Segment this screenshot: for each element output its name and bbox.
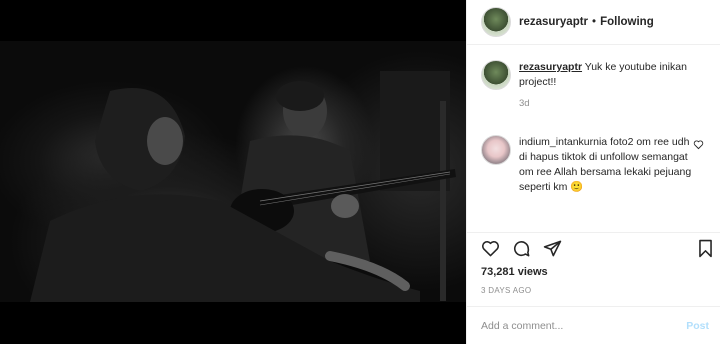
video-player[interactable]	[0, 41, 466, 302]
add-comment-bar: Post	[467, 306, 720, 344]
comment-input[interactable]	[481, 319, 687, 332]
like-button[interactable]	[481, 239, 500, 258]
heart-icon	[693, 140, 704, 150]
post-button[interactable]: Post	[686, 320, 709, 332]
caption-username[interactable]: rezasuryaptr	[519, 61, 582, 73]
comment-like-button[interactable]	[693, 139, 704, 150]
bookmark-icon	[699, 239, 712, 258]
post-header: rezasuryaptr • Following	[467, 0, 720, 45]
post-date[interactable]: 3 DAYS AGO	[481, 286, 531, 295]
post-side-panel: rezasuryaptr • Following rezasuryaptr Yu…	[466, 0, 720, 344]
following-button[interactable]: Following	[600, 16, 654, 28]
view-count[interactable]: 73,281 views	[481, 266, 548, 278]
post-username[interactable]: rezasuryaptr	[519, 16, 588, 28]
caption-block: rezasuryaptr Yuk ke youtube inikan proje…	[481, 60, 709, 109]
comment-icon	[513, 241, 530, 257]
share-button[interactable]	[543, 239, 562, 258]
avatar[interactable]	[481, 7, 511, 37]
comment-button[interactable]	[512, 239, 531, 258]
share-icon	[543, 240, 562, 257]
action-icon-row	[481, 239, 562, 258]
avatar[interactable]	[481, 135, 511, 165]
comment-username[interactable]: indium_intankurnia	[519, 136, 607, 148]
comment-item: indium_intankurnia foto2 om ree udh di h…	[481, 135, 709, 195]
separator-dot: •	[592, 16, 597, 28]
caption: rezasuryaptr Yuk ke youtube inikan proje…	[481, 60, 709, 90]
heart-icon	[482, 240, 499, 257]
media-pane	[0, 0, 466, 344]
caption-timestamp[interactable]: 3d	[519, 98, 709, 109]
video-frame-illustration	[30, 71, 456, 302]
avatar[interactable]	[481, 60, 511, 90]
save-button[interactable]	[697, 239, 714, 258]
caption-body: rezasuryaptr Yuk ke youtube inikan proje…	[519, 60, 709, 90]
comment-body: indium_intankurnia foto2 om ree udh di h…	[519, 135, 694, 195]
